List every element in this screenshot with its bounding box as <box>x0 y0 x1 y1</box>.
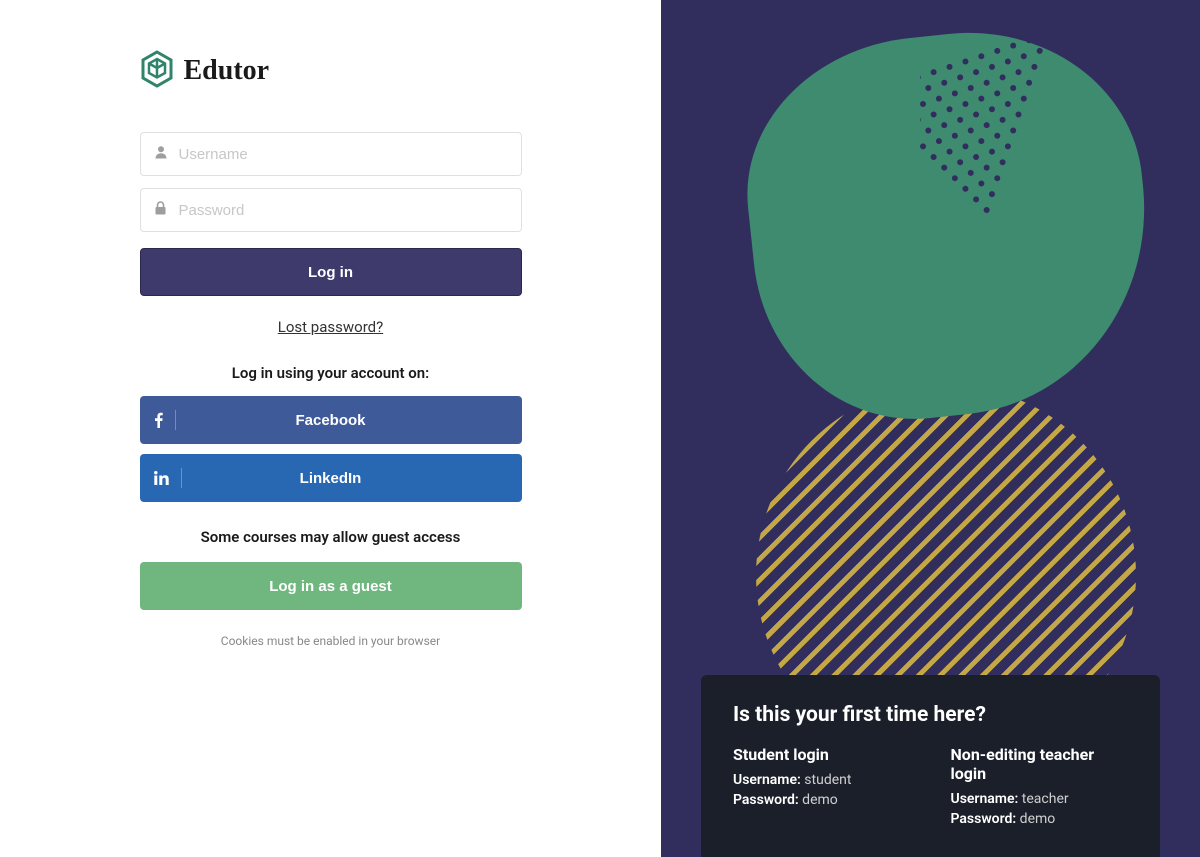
hexagon-icon <box>140 50 174 92</box>
dots-pattern-decoration <box>920 30 1170 280</box>
lost-password-link[interactable]: Lost password? <box>140 318 522 336</box>
linkedin-login-button[interactable]: LinkedIn <box>140 454 522 502</box>
password-input[interactable] <box>140 188 522 232</box>
login-form-container: Edutor Log in Lost password? Log in usin… <box>140 0 522 648</box>
brand-logo: Edutor <box>140 50 522 92</box>
info-columns: Student login Username: student Password… <box>733 745 1128 831</box>
student-username-row: Username: student <box>733 772 911 788</box>
brand-name: Edutor <box>184 55 270 87</box>
login-panel: Edutor Log in Lost password? Log in usin… <box>0 0 661 857</box>
facebook-login-button[interactable]: Facebook <box>140 396 522 444</box>
student-login-info: Student login Username: student Password… <box>733 745 911 831</box>
username-input[interactable] <box>140 132 522 176</box>
login-button[interactable]: Log in <box>140 248 522 296</box>
cookies-note: Cookies must be enabled in your browser <box>140 634 522 648</box>
decorative-panel: Is this your first time here? Student lo… <box>661 0 1200 857</box>
username-input-group <box>140 132 522 176</box>
teacher-password-row: Password: demo <box>951 811 1129 827</box>
info-card-title: Is this your first time here? <box>733 703 1128 727</box>
lock-icon <box>154 201 167 219</box>
user-icon <box>154 145 168 163</box>
student-password-row: Password: demo <box>733 792 911 808</box>
password-input-group <box>140 188 522 232</box>
guest-access-note: Some courses may allow guest access <box>140 528 522 546</box>
teacher-login-title: Non-editing teacher login <box>951 745 1129 783</box>
teacher-username-row: Username: teacher <box>951 791 1129 807</box>
guest-login-button[interactable]: Log in as a guest <box>140 562 522 610</box>
teacher-login-info: Non-editing teacher login Username: teac… <box>951 745 1129 831</box>
facebook-label: Facebook <box>295 412 365 429</box>
linkedin-label: LinkedIn <box>300 470 362 487</box>
first-time-info-card: Is this your first time here? Student lo… <box>701 675 1160 857</box>
social-login-heading: Log in using your account on: <box>140 364 522 382</box>
linkedin-icon <box>154 468 182 488</box>
facebook-icon <box>154 410 176 430</box>
student-login-title: Student login <box>733 745 911 764</box>
